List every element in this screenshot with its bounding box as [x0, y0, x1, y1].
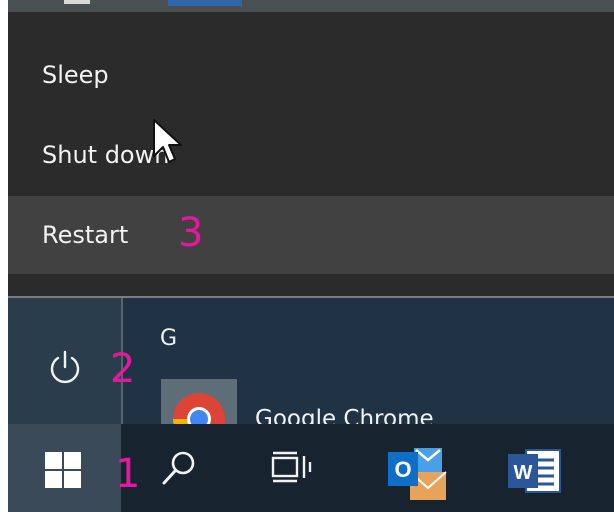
menu-item-label: Restart	[42, 221, 129, 249]
svg-text:O: O	[394, 457, 411, 482]
window-edge-mark	[64, 0, 90, 4]
window-edge-accent	[168, 0, 242, 6]
word-icon[interactable]: W	[506, 448, 562, 496]
window-edge-strip	[8, 0, 614, 12]
start-button[interactable]	[8, 424, 121, 512]
menu-item-shut-down[interactable]: Shut down	[8, 116, 614, 194]
chrome-app-tile[interactable]	[161, 379, 237, 424]
windows-start-icon	[45, 452, 81, 488]
mouse-cursor-icon	[153, 119, 182, 163]
power-icon[interactable]	[46, 349, 84, 387]
app-list-group-header[interactable]: G	[160, 326, 177, 351]
menu-item-sleep[interactable]: Sleep	[8, 36, 614, 114]
step-marker-2: 2	[110, 346, 136, 392]
svg-text:W: W	[514, 462, 533, 484]
screenshot-frame: Sleep Shut down Restart 3 2 G Google Chr…	[0, 0, 614, 512]
chrome-icon	[173, 393, 225, 424]
outlook-icon[interactable]: O	[386, 444, 450, 504]
task-view-icon[interactable]	[270, 450, 314, 490]
chrome-app-label[interactable]: Google Chrome	[255, 404, 434, 424]
menu-item-label: Shut down	[42, 141, 170, 169]
menu-item-restart[interactable]: Restart	[8, 196, 614, 274]
power-options-menu: Sleep Shut down Restart	[8, 12, 614, 297]
menu-item-label: Sleep	[42, 61, 109, 89]
step-marker-1: 1	[115, 451, 141, 497]
step-marker-3: 3	[178, 210, 204, 256]
search-icon[interactable]	[160, 448, 200, 488]
